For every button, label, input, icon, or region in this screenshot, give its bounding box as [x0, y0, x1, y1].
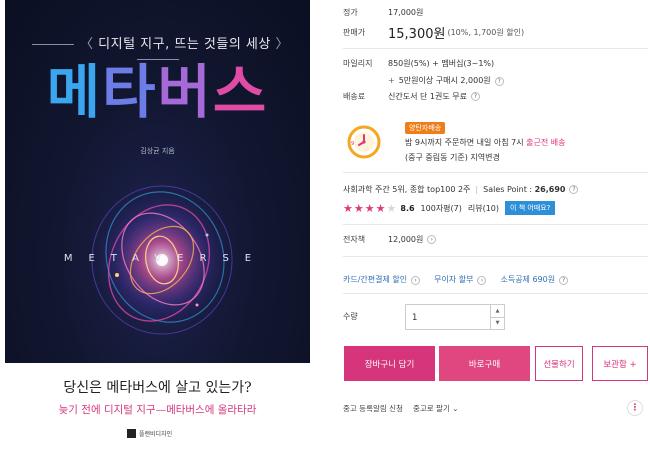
sale-price-label: 판매가 — [343, 28, 366, 37]
publisher-logo-icon — [127, 429, 136, 438]
mileage-row: 마일리지 850원(5%) + 멤버십(3~1%) +5만원이상 구매시 2,0… — [343, 58, 504, 86]
rating-row: ★ ★ ★ ★ ★ 8.6 100자평(7) 리뷰(10) 이 책 어때요? — [343, 201, 556, 215]
ranking-row: 사회과학 주간 5위, 종합 top100 2주 | Sales Point :… — [343, 184, 579, 195]
used-sell-link[interactable]: 중고로 팔기 ⌄ — [413, 403, 459, 414]
sales-point-value: 26,690 — [534, 185, 566, 194]
delivery-clock-icon: 9 — [347, 125, 381, 159]
cover-question: 당신은 메타버스에 살고 있는가? — [63, 380, 252, 396]
divider — [343, 172, 648, 173]
ebook-row: 전자책 12,000원 › — [343, 234, 437, 245]
mileage-line1: 850원(5%) + 멤버십(3~1%) — [388, 59, 495, 68]
chevron-right-icon: › — [411, 276, 421, 285]
mileage-line2: +5만원이상 구매시 2,000원? — [388, 75, 504, 86]
rating-stars: ★ ★ ★ ★ ★ — [343, 203, 396, 214]
chevron-down-icon: ⌄ — [452, 404, 459, 413]
book-cover-image[interactable]: 〈 디지털 지구, 뜨는 것들의 세상 〉 메타버스 김상균 지음 METAVE… — [5, 0, 310, 467]
sale-discount-note: (10%, 1,700원 할인) — [447, 28, 525, 37]
shipping-row: 배송료 신간도서 단 1권도 무료 ? — [343, 91, 480, 102]
ebook-price[interactable]: 12,000원 — [388, 234, 423, 245]
delivery-line2[interactable]: (중구 중림동 기준) 지역변경 — [405, 152, 500, 163]
cover-metaverse-text: METAVERSE — [63, 253, 268, 264]
chevron-right-icon[interactable]: › — [427, 235, 437, 244]
review-count-short[interactable]: 100자평(7) — [421, 203, 462, 214]
more-options-icon[interactable]: ⋮ — [627, 400, 643, 416]
help-icon[interactable]: ? — [470, 92, 480, 101]
divider — [343, 224, 648, 225]
quantity-stepper[interactable]: 1 ▲ ▼ — [405, 304, 505, 330]
review-count[interactable]: 리뷰(10) — [468, 203, 499, 214]
cover-author: 김상균 지음 — [140, 147, 175, 155]
decrease-icon[interactable]: ▼ — [491, 316, 504, 330]
gift-button[interactable]: 선물하기 — [535, 346, 583, 381]
list-price-row: 정가 17,000원 — [343, 7, 423, 18]
cover-tagline: 늦기 전에 디지털 지구—메타버스에 올라타라 — [58, 404, 257, 416]
rating-score: 8.6 — [400, 203, 415, 213]
divider — [343, 48, 648, 49]
delivery-line1: 밤 9시까지 주문하면 내일 아침 7시 출근전 배송 — [405, 138, 566, 147]
sale-price-value: 15,300원 — [388, 27, 446, 42]
star-icon: ★ — [375, 201, 386, 215]
divider — [343, 256, 648, 257]
separator: | — [475, 185, 479, 194]
chevron-right-icon: › — [477, 276, 487, 285]
buy-now-button[interactable]: 바로구매 — [439, 346, 530, 381]
increase-icon[interactable]: ▲ — [491, 305, 504, 317]
star-icon: ★ — [343, 201, 353, 215]
cover-title: 메타버스 — [46, 58, 269, 126]
star-half-icon: ★ — [386, 201, 397, 215]
discount-links-row: 카드/간편결제 할인 › 무이자 할부 › 소득공제 690원? — [343, 274, 569, 285]
sale-price-row: 판매가 15,300원 (10%, 1,700원 할인) — [343, 23, 524, 42]
divider — [343, 293, 648, 294]
tax-deduction-link[interactable]: 소득공제 690원? — [500, 274, 569, 285]
svg-text:9: 9 — [351, 141, 354, 147]
quantity-label: 수량 — [343, 312, 358, 321]
list-price-value: 17,000원 — [388, 8, 424, 17]
wishlist-button[interactable]: 보관함 + — [592, 346, 648, 381]
help-icon[interactable]: ? — [569, 185, 579, 194]
sales-point-label: Sales Point : — [483, 185, 533, 194]
list-price-label: 정가 — [343, 8, 358, 17]
installment-link[interactable]: 무이자 할부 › — [434, 274, 487, 285]
help-icon[interactable]: ? — [494, 77, 504, 86]
used-book-links: 중고 등록알림 신청 중고로 팔기 ⌄ — [343, 403, 459, 414]
ranking-text[interactable]: 사회과학 주간 5위, 종합 top100 2주 — [343, 184, 470, 195]
delivery-badge-row: 양탄자배송 — [405, 122, 446, 134]
cover-bottom-panel: 당신은 메타버스에 살고 있는가? 늦기 전에 디지털 지구—메타버스에 올라타… — [5, 363, 310, 467]
card-discount-link[interactable]: 카드/간편결제 할인 › — [343, 274, 421, 285]
ebook-label: 전자책 — [343, 235, 366, 244]
shipping-value: 신간도서 단 1권도 무료 — [388, 92, 467, 101]
add-to-cart-button[interactable]: 장바구니 담기 — [344, 346, 435, 381]
quantity-input[interactable]: 1 — [406, 305, 490, 329]
delivery-highlight: 출근전 배송 — [526, 138, 566, 147]
delivery-badge: 양탄자배송 — [405, 122, 446, 134]
mileage-label: 마일리지 — [343, 59, 373, 68]
cover-publisher: 플랜비디자인 — [127, 429, 172, 438]
quantity-row: 수량 — [343, 311, 388, 322]
star-icon: ★ — [353, 201, 364, 215]
how-is-book-button[interactable]: 이 책 어때요? — [505, 201, 556, 215]
shipping-label: 배송료 — [343, 92, 366, 101]
star-icon: ★ — [364, 201, 375, 215]
help-icon: ? — [559, 276, 569, 285]
used-alert-link[interactable]: 중고 등록알림 신청 — [343, 403, 403, 414]
